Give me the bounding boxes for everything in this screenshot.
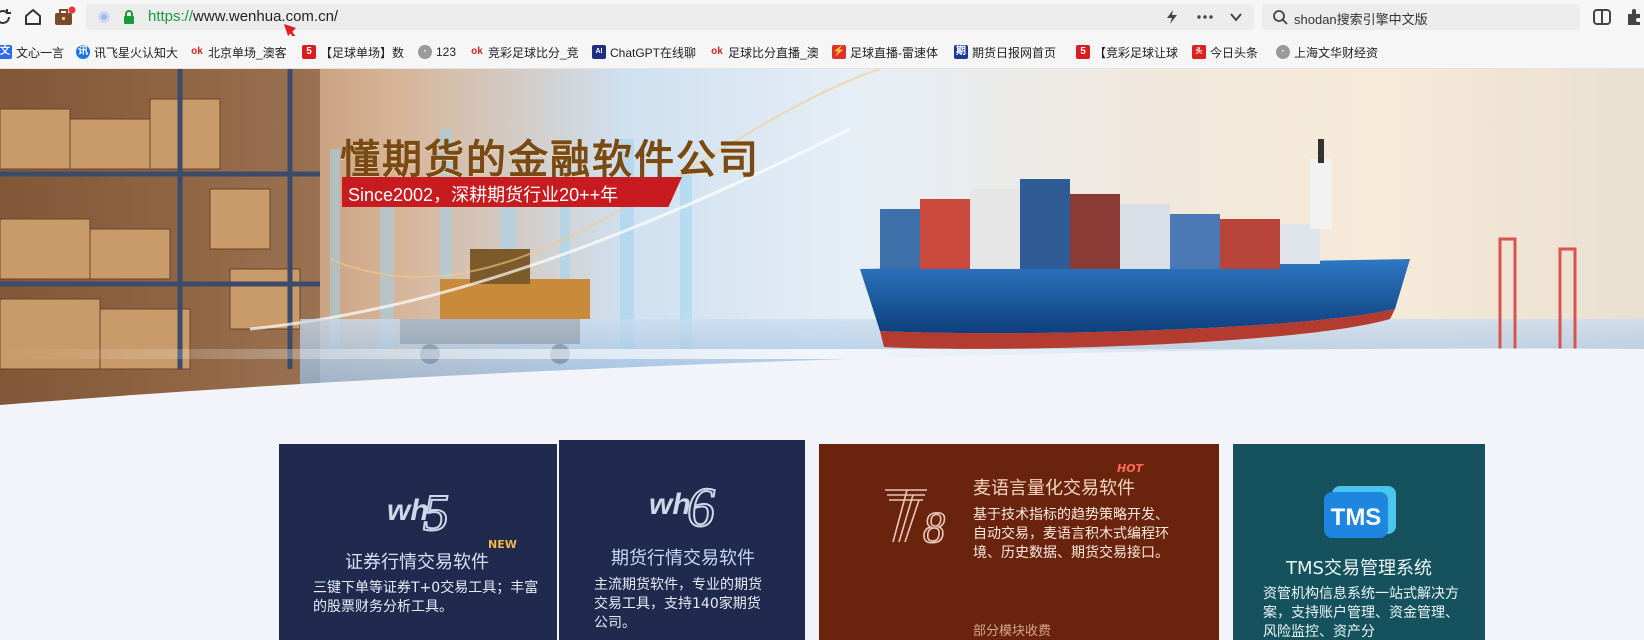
card-description: 三键下单等证券T+0交易工具；丰富的股票财务分析工具。 xyxy=(313,580,539,615)
ok-icon: ok xyxy=(471,46,483,57)
extensions-icon[interactable] xyxy=(1624,7,1644,29)
search-text[interactable]: shodan搜索引擎中文版 xyxy=(1294,9,1428,28)
address-bar[interactable]: https://www.wenhua.com.cn/ xyxy=(86,4,1254,67)
five-icon: 5 xyxy=(1076,45,1090,59)
bookmark-item[interactable]: 头今日头条 xyxy=(1192,43,1268,61)
lock-icon xyxy=(122,9,136,29)
card-description: 基于技术指标的趋势策略开发、自动交易，麦语言积木式编程环境、历史数据、期货交易接… xyxy=(973,507,1169,561)
chevron-down-icon[interactable] xyxy=(1228,9,1244,29)
svg-text:8: 8 xyxy=(923,503,945,544)
card-description: 主流期货软件，专业的期货交易工具，支持140家期货公司。 xyxy=(594,577,762,631)
bookmark-item[interactable]: 5 【足球单场】数 xyxy=(302,43,404,61)
svg-text:5: 5 xyxy=(423,485,449,538)
bookmark-item[interactable]: 5 【竞彩足球让球 xyxy=(1076,43,1182,61)
bookmark-item[interactable]: ok 足球比分直播_澳 xyxy=(710,43,820,61)
search-icon xyxy=(1272,9,1288,29)
leisu-icon: ⚡ xyxy=(832,45,846,59)
bookmark-item[interactable]: 讯讯飞星火认知大 xyxy=(76,43,178,61)
card-description: 资管机构信息系统一站式解决方案，支持账户管理、资金管理、风险监控、资产分 xyxy=(1263,586,1459,640)
bookmark-item[interactable]: 文文心一言 xyxy=(0,43,64,61)
bookmark-item[interactable]: · 123 xyxy=(418,43,460,61)
product-card-t8[interactable]: 8 HOT 麦语言量化交易软件 基于技术指标的趋势策略开发、自动交易，麦语言积木… xyxy=(819,444,1219,640)
bookmark-item[interactable]: ok 竞彩足球比分_竞 xyxy=(470,43,580,61)
t8-logo: 8 xyxy=(883,486,949,553)
new-badge: NEW xyxy=(488,538,517,551)
wh5-logo: wh 5 xyxy=(387,480,459,543)
bookmark-item[interactable]: ⚡ 足球直播-雷速体 xyxy=(832,43,942,61)
reload-icon[interactable] xyxy=(0,6,14,28)
browser-toolbar: https://www.wenhua.com.cn/ shodan搜索引擎中文版 xyxy=(0,0,1644,67)
briefcase-icon[interactable] xyxy=(52,6,76,28)
lightning-icon[interactable] xyxy=(1164,9,1180,29)
home-icon[interactable] xyxy=(22,6,44,28)
chatgpt-icon: AI xyxy=(592,45,606,59)
svg-text:wh: wh xyxy=(649,488,691,521)
product-card-tms[interactable]: TMS TMS交易管理系统 资管机构信息系统一站式解决方案，支持账户管理、资金管… xyxy=(1233,444,1485,640)
wenxin-icon: 文 xyxy=(0,45,12,59)
banner-tagline: Since2002，深耕期货行业20++年 xyxy=(342,177,682,207)
qhrb-icon: 期 xyxy=(954,45,968,59)
ok-icon: ok xyxy=(711,46,723,57)
toutiao-icon: 头 xyxy=(1192,45,1206,59)
reader-icon[interactable] xyxy=(1592,7,1614,29)
bookmark-item[interactable]: AI ChatGPT在线聊 xyxy=(592,43,698,61)
card-title: 证券行情交易软件 xyxy=(345,552,489,573)
svg-text:TMS: TMS xyxy=(1331,504,1382,531)
search-bar[interactable]: shodan搜索引擎中文版 xyxy=(1262,4,1580,30)
more-icon[interactable] xyxy=(1196,9,1214,29)
svg-text:6: 6 xyxy=(687,477,715,534)
bookmark-item[interactable]: · 上海文华财经资 xyxy=(1276,43,1380,61)
bookmarks-bar: 文文心一言 讯讯飞星火认知大 ok 北京单场_澳客 5 【足球单场】数 · 123 o… xyxy=(0,36,1644,69)
banner-headline: 懂期货的金融软件公司 xyxy=(340,136,760,183)
wh6-logo: wh 6 xyxy=(649,470,725,540)
ok-icon: ok xyxy=(191,46,203,57)
product-card-wh5[interactable]: wh 5 NEW 证券行情交易软件 三键下单等证券T+0交易工具；丰富的股票财务分… xyxy=(279,444,557,640)
xunfei-icon: 讯 xyxy=(76,45,90,59)
bookmark-item[interactable]: 期期货日报网首页 xyxy=(954,43,1064,61)
five-icon: 5 xyxy=(302,45,316,59)
fee-note: 部分模块收费 xyxy=(973,624,1052,639)
hero-banner[interactable]: 懂期货的金融软件公司 Since2002，深耕期货行业20++年 xyxy=(0,69,1644,409)
card-title: TMS交易管理系统 xyxy=(1286,558,1432,579)
card-title: 麦语言量化交易软件 xyxy=(973,478,1135,499)
banner-curve xyxy=(0,348,1644,409)
tms-logo: TMS xyxy=(1322,482,1398,544)
bookmark-item[interactable]: ok 北京单场_澳客 xyxy=(190,43,290,61)
globe-icon: · xyxy=(418,45,432,59)
globe-icon: · xyxy=(1276,45,1290,59)
product-card-wh6[interactable]: wh 6 期货行情交易软件 主流期货软件，专业的期货交易工具，支持140家期货公司… xyxy=(559,440,805,640)
site-info-icon[interactable] xyxy=(96,9,112,29)
card-title: 期货行情交易软件 xyxy=(611,548,755,569)
